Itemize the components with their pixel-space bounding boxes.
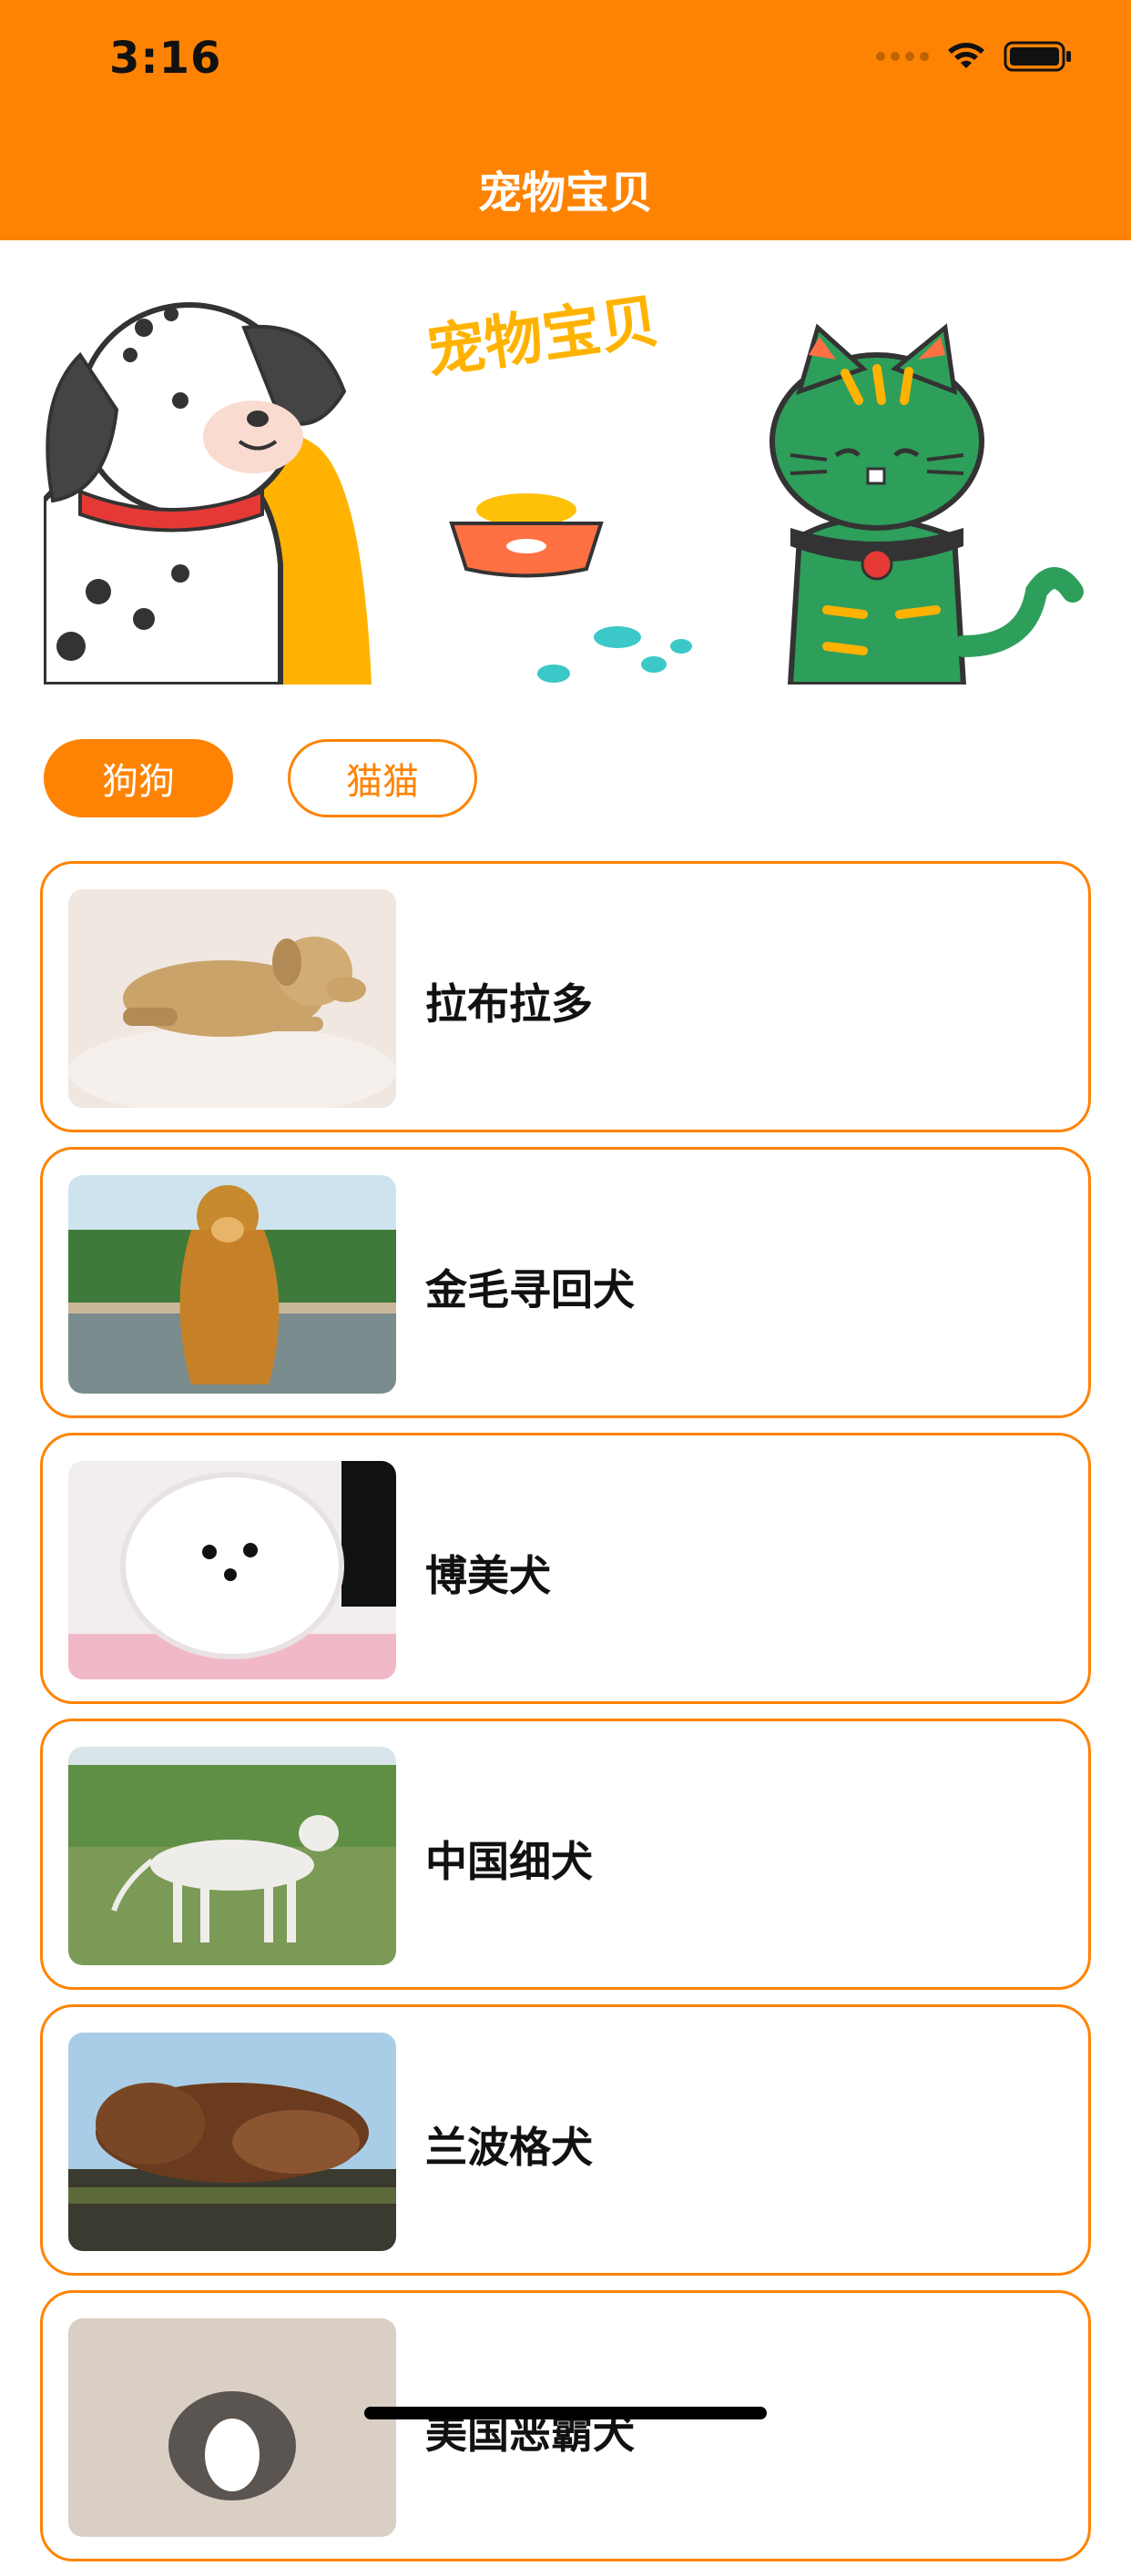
pet-list: 拉布拉多 金毛寻回犬 博美犬 中国细犬 兰波格犬 美国恶霸犬 — [40, 861, 1091, 2576]
list-item[interactable]: 博美犬 — [40, 1433, 1091, 1704]
pet-name: 兰波格犬 — [425, 2123, 593, 2172]
pet-name: 博美犬 — [425, 1551, 551, 1600]
list-item[interactable]: 兰波格犬 — [40, 2004, 1091, 2276]
status-icons — [876, 40, 1073, 73]
pet-name: 金毛寻回犬 — [425, 1265, 635, 1314]
pet-photo-leonberger — [68, 2033, 396, 2251]
pet-photo-chinese-greyhound — [68, 1747, 396, 1965]
page-title: 宠物宝贝 — [477, 167, 653, 218]
list-item[interactable]: 拉布拉多 — [40, 861, 1091, 1132]
home-indicator[interactable] — [364, 2407, 767, 2419]
pet-name: 中国细犬 — [425, 1837, 593, 1886]
pet-photo-pomeranian — [68, 1461, 396, 1679]
tab-cats[interactable]: 猫猫 — [288, 739, 477, 817]
wifi-icon — [948, 43, 984, 68]
battery-icon — [1004, 41, 1071, 72]
banner-title: 宠物宝贝 — [423, 288, 663, 387]
status-bar: 3:16 — [0, 0, 1131, 137]
list-item[interactable]: 美国恶霸犬 — [40, 2290, 1091, 2561]
list-item[interactable]: 中国细犬 — [40, 1719, 1091, 1990]
tab-dogs[interactable]: 狗狗 — [44, 739, 233, 817]
banner-image: 宠物宝贝 — [44, 264, 1087, 685]
pet-name: 拉布拉多 — [425, 979, 593, 1029]
pet-photo-golden-retriever — [68, 1175, 396, 1394]
list-item[interactable]: 金毛寻回犬 — [40, 1147, 1091, 1418]
pet-photo-american-bully — [68, 2318, 396, 2537]
nav-bar: 宠物宝贝 — [0, 137, 1131, 240]
signal-icon — [876, 52, 929, 61]
pet-photo-labrador — [68, 889, 396, 1108]
category-tabs: 狗狗 猫猫 — [44, 739, 477, 817]
status-time: 3:16 — [109, 33, 222, 84]
